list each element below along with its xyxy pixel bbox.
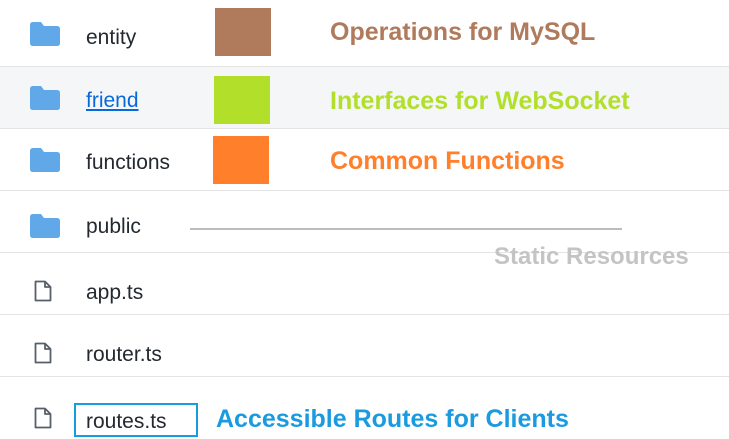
folder-name-link[interactable]: public <box>86 215 141 239</box>
static-resources-line <box>190 228 622 230</box>
folder-icon <box>30 148 60 172</box>
file-list-row[interactable]: router.ts <box>0 315 729 377</box>
folder-icon <box>30 214 60 238</box>
folder-icon <box>30 86 60 110</box>
annotation-routes: Accessible Routes for Clients <box>216 405 569 433</box>
file-icon <box>34 280 52 302</box>
annotation-common: Common Functions <box>330 147 565 175</box>
folder-name-link[interactable]: friend <box>86 89 139 113</box>
file-name-link[interactable]: app.ts <box>86 281 143 305</box>
routes-highlight-box <box>74 403 198 437</box>
annotation-websocket: Interfaces for WebSocket <box>330 87 630 115</box>
common-color-swatch <box>213 136 269 184</box>
file-icon <box>34 407 52 429</box>
folder-name-link[interactable]: functions <box>86 151 170 175</box>
websocket-color-swatch <box>214 76 270 124</box>
annotation-mysql: Operations for MySQL <box>330 18 596 46</box>
file-icon <box>34 342 52 364</box>
mysql-color-swatch <box>215 8 271 56</box>
folder-icon <box>30 22 60 46</box>
annotation-static: Static Resources <box>494 243 689 270</box>
folder-name-link[interactable]: entity <box>86 26 136 50</box>
file-name-link[interactable]: router.ts <box>86 343 162 367</box>
